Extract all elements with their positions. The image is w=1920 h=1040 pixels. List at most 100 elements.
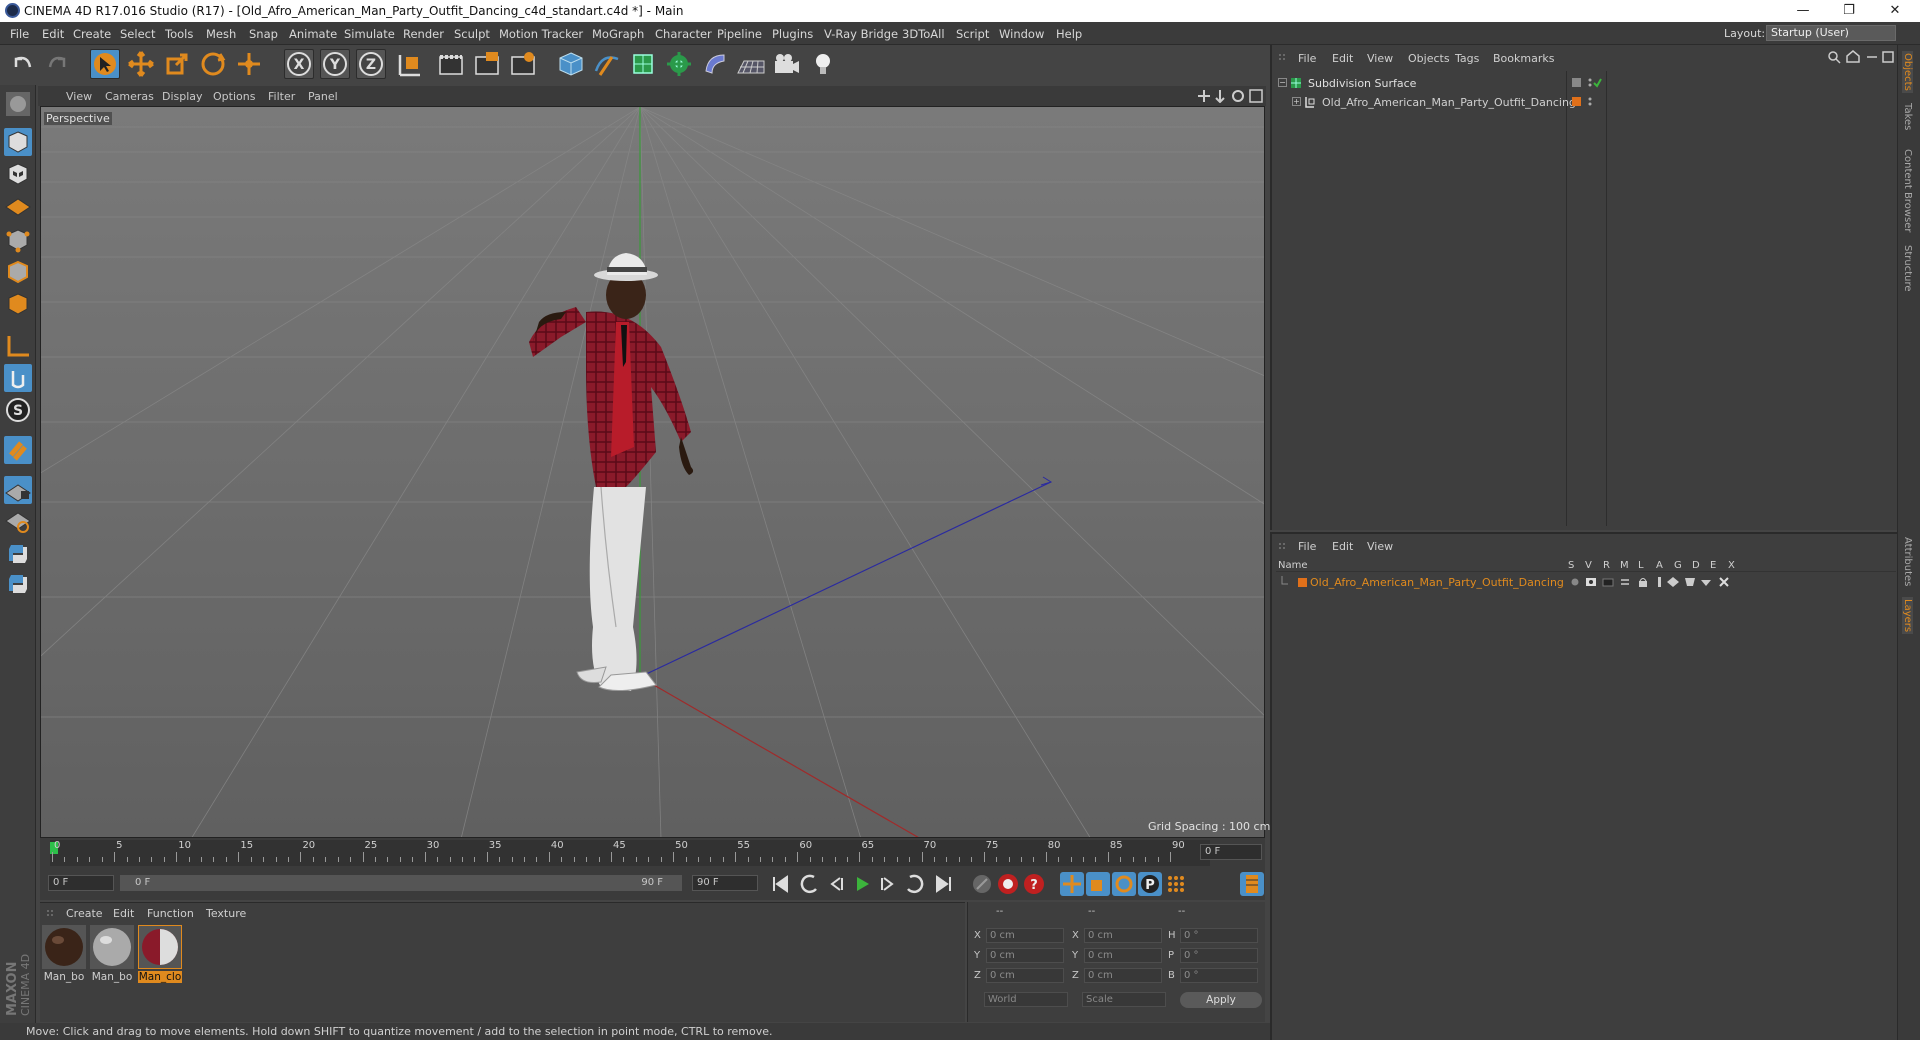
column-header-animation[interactable]: A bbox=[1656, 560, 1663, 571]
menu-3dtoall[interactable]: 3DToAll bbox=[902, 27, 945, 41]
coordinate-system-icon[interactable] bbox=[394, 49, 424, 79]
column-header-expressions[interactable]: E bbox=[1710, 560, 1716, 571]
menu-motion-tracker[interactable]: Motion Tracker bbox=[499, 27, 583, 41]
viewport-menu-options[interactable]: Options bbox=[213, 90, 255, 103]
menu-help[interactable]: Help bbox=[1056, 27, 1082, 41]
locked-workplane-icon[interactable] bbox=[3, 475, 33, 505]
viewport-menu-display[interactable]: Display bbox=[162, 90, 203, 103]
go-to-end-icon[interactable] bbox=[932, 872, 956, 896]
menu-sculpt[interactable]: Sculpt bbox=[454, 27, 490, 41]
size-y-field[interactable]: 0 cm bbox=[1084, 948, 1162, 963]
menu-create[interactable]: Create bbox=[73, 27, 111, 41]
object-row[interactable]: − Subdivision Surface bbox=[1276, 75, 1896, 91]
material-menu-texture[interactable]: Texture bbox=[206, 907, 246, 920]
objects-menu-bookmarks[interactable]: Bookmarks bbox=[1493, 52, 1554, 65]
floor-icon[interactable] bbox=[736, 49, 766, 79]
objects-menu-view[interactable]: View bbox=[1367, 52, 1393, 65]
collapse-toggle-icon[interactable]: − bbox=[1278, 78, 1287, 87]
workplane-icon[interactable] bbox=[3, 189, 33, 219]
y-axis-icon[interactable]: Y bbox=[320, 49, 350, 79]
column-header-deformers[interactable]: D bbox=[1692, 560, 1700, 571]
key-scale-icon[interactable] bbox=[1086, 872, 1110, 896]
previous-frame-icon[interactable] bbox=[824, 872, 848, 896]
rotation-h-field[interactable]: 0 ° bbox=[1180, 928, 1258, 943]
polygons-mode-icon[interactable] bbox=[3, 289, 33, 319]
menu-plugins[interactable]: Plugins bbox=[772, 27, 813, 41]
deformer-icon[interactable] bbox=[700, 49, 730, 79]
python-script-icon[interactable] bbox=[3, 539, 33, 569]
size-mode-dropdown[interactable]: Scale bbox=[1082, 992, 1166, 1007]
menu-edit[interactable]: Edit bbox=[42, 27, 64, 41]
next-frame-icon[interactable] bbox=[876, 872, 900, 896]
tab-structure[interactable]: Structure bbox=[1902, 245, 1913, 292]
key-parameter-icon[interactable]: P bbox=[1138, 872, 1162, 896]
menu-tools[interactable]: Tools bbox=[165, 27, 193, 41]
3d-viewport[interactable] bbox=[40, 106, 1265, 838]
rotation-b-field[interactable]: 0 ° bbox=[1180, 968, 1258, 983]
key-rotation-icon[interactable] bbox=[1112, 872, 1136, 896]
column-header-view[interactable]: V bbox=[1585, 560, 1592, 571]
cloner-icon[interactable] bbox=[664, 49, 694, 79]
expand-toggle-icon[interactable]: + bbox=[1292, 97, 1301, 106]
undo-icon[interactable] bbox=[8, 49, 38, 79]
x-axis-icon[interactable]: X bbox=[284, 49, 314, 79]
texture-mode-icon[interactable] bbox=[3, 159, 33, 189]
tab-attributes[interactable]: Attributes bbox=[1902, 537, 1913, 586]
cube-primitive-icon[interactable] bbox=[556, 49, 586, 79]
objects-menu-objects[interactable]: Objects bbox=[1408, 52, 1450, 65]
light-icon[interactable] bbox=[808, 49, 838, 79]
menu-window[interactable]: Window bbox=[999, 27, 1044, 41]
column-header-name[interactable]: Name bbox=[1278, 560, 1308, 571]
menu-animate[interactable]: Animate bbox=[289, 27, 337, 41]
live-select-icon[interactable] bbox=[234, 49, 264, 79]
objects-menu-edit[interactable]: Edit bbox=[1332, 52, 1353, 65]
subdivision-icon[interactable] bbox=[628, 49, 658, 79]
render-view-icon[interactable] bbox=[436, 49, 466, 79]
key-point-level-icon[interactable] bbox=[1164, 872, 1188, 896]
menu-vray-bridge[interactable]: V-Ray Bridge bbox=[824, 27, 898, 41]
material-menu-create[interactable]: Create bbox=[66, 907, 103, 920]
pen-spline-icon[interactable] bbox=[592, 49, 622, 79]
menu-character[interactable]: Character bbox=[655, 27, 712, 41]
timeline-ruler[interactable]: 0 5 10 15 20 25 30 35 40 45 50 55 60 65 70 75 80 85 90 0 F bbox=[40, 838, 1265, 866]
keyframe-record-off-icon[interactable] bbox=[970, 872, 994, 896]
viewport-menu-panel[interactable]: Panel bbox=[308, 90, 338, 103]
position-x-field[interactable]: 0 cm bbox=[986, 928, 1064, 943]
next-key-icon[interactable] bbox=[902, 872, 926, 896]
position-y-field[interactable]: 0 cm bbox=[986, 948, 1064, 963]
menu-mograph[interactable]: MoGraph bbox=[592, 27, 644, 41]
object-row[interactable]: + Old_Afro_American_Man_Party_Outfit_Dan… bbox=[1276, 94, 1896, 110]
move-icon[interactable] bbox=[126, 49, 156, 79]
column-header-manager[interactable]: M bbox=[1620, 560, 1629, 571]
column-header-solo[interactable]: S bbox=[1568, 560, 1574, 571]
column-header-locked[interactable]: L bbox=[1638, 560, 1644, 571]
edges-mode-icon[interactable] bbox=[3, 257, 33, 287]
render-picture-viewer-icon[interactable] bbox=[472, 49, 502, 79]
material-thumbnail[interactable] bbox=[42, 925, 86, 969]
viewport-menu-view[interactable]: View bbox=[66, 90, 92, 103]
axis-mode-icon[interactable] bbox=[3, 331, 33, 361]
record-active-objects-icon[interactable] bbox=[996, 872, 1020, 896]
layers-menu-file[interactable]: File bbox=[1298, 540, 1316, 553]
visibility-checkmark-icon[interactable] bbox=[1572, 77, 1602, 89]
workplane-rotate-icon[interactable] bbox=[3, 505, 33, 535]
column-header-render[interactable]: R bbox=[1603, 560, 1610, 571]
menu-pipeline[interactable]: Pipeline bbox=[717, 27, 762, 41]
size-z-field[interactable]: 0 cm bbox=[1084, 968, 1162, 983]
timeline-window-icon[interactable] bbox=[1240, 872, 1264, 896]
layer-color-icon[interactable] bbox=[1572, 96, 1592, 108]
snapping-icon[interactable]: S bbox=[3, 395, 33, 425]
layers-menu-view[interactable]: View bbox=[1367, 540, 1393, 553]
points-mode-icon[interactable] bbox=[3, 225, 33, 255]
camera-icon[interactable] bbox=[772, 49, 802, 79]
menu-snap[interactable]: Snap bbox=[249, 27, 278, 41]
material-menu-edit[interactable]: Edit bbox=[113, 907, 134, 920]
current-frame-field[interactable]: 0 F bbox=[1200, 844, 1262, 860]
tab-takes[interactable]: Takes bbox=[1902, 103, 1913, 130]
layout-dropdown[interactable]: Startup (User) bbox=[1766, 25, 1896, 41]
z-axis-icon[interactable]: Z bbox=[356, 49, 386, 79]
column-header-generators[interactable]: G bbox=[1674, 560, 1682, 571]
material-menu-function[interactable]: Function bbox=[147, 907, 194, 920]
start-frame-field[interactable]: 0 F bbox=[48, 875, 114, 891]
autokey-icon[interactable]: ? bbox=[1022, 872, 1046, 896]
